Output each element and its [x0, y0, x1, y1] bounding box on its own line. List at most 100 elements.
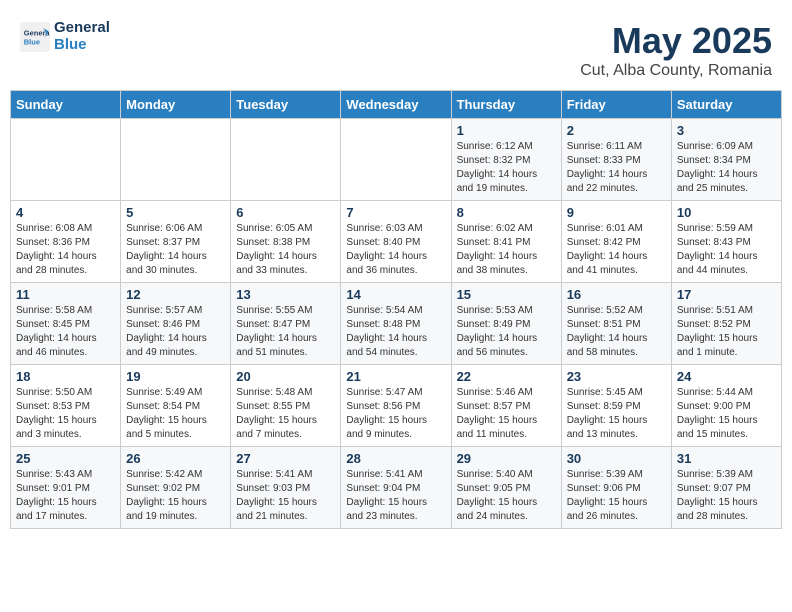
- day-info: Sunrise: 5:47 AM Sunset: 8:56 PM Dayligh…: [346, 387, 427, 440]
- calendar-cell: 15Sunrise: 5:53 AM Sunset: 8:49 PM Dayli…: [451, 283, 561, 365]
- day-info: Sunrise: 5:42 AM Sunset: 9:02 PM Dayligh…: [126, 469, 207, 522]
- calendar-cell: 1 Sunrise: 6:12 AM Sunset: 8:32 PM Daylig…: [451, 119, 561, 201]
- weekday-header-row: SundayMondayTuesdayWednesdayThursdayFrid…: [11, 91, 782, 119]
- weekday-header-saturday: Saturday: [671, 91, 781, 119]
- day-number: 18: [16, 369, 115, 384]
- weekday-header-wednesday: Wednesday: [341, 91, 451, 119]
- day-number: 20: [236, 369, 335, 384]
- day-info: Sunrise: 5:41 AM Sunset: 9:04 PM Dayligh…: [346, 469, 427, 522]
- day-number: 11: [16, 287, 115, 302]
- day-info: Sunrise: 5:43 AM Sunset: 9:01 PM Dayligh…: [16, 469, 97, 522]
- day-info: Sunrise: 5:55 AM Sunset: 8:47 PM Dayligh…: [236, 305, 317, 358]
- calendar-cell: [341, 119, 451, 201]
- calendar-cell: 2 Sunrise: 6:11 AM Sunset: 8:33 PM Daylig…: [561, 119, 671, 201]
- weekday-header-tuesday: Tuesday: [231, 91, 341, 119]
- day-number: 27: [236, 451, 335, 466]
- day-info: Sunrise: 5:39 AM Sunset: 9:06 PM Dayligh…: [567, 469, 648, 522]
- calendar-cell: 27 Sunrise: 5:41 AM Sunset: 9:03 PM Dayli…: [231, 447, 341, 529]
- calendar-cell: 16 Sunrise: 5:52 AM Sunset: 8:51 PM Dayli…: [561, 283, 671, 365]
- calendar-cell: [11, 119, 121, 201]
- day-number: 19: [126, 369, 225, 384]
- day-number: 30: [567, 451, 666, 466]
- day-info: Sunrise: 5:58 AM Sunset: 8:45 PM Dayligh…: [16, 305, 97, 358]
- calendar-cell: 10 Sunrise: 5:59 AM Sunset: 8:43 PM Dayli…: [671, 201, 781, 283]
- weekday-header-sunday: Sunday: [11, 91, 121, 119]
- week-row-4: 18 Sunrise: 5:50 AM Sunset: 8:53 PM Dayli…: [11, 365, 782, 447]
- day-info: Sunrise: 5:39 AM Sunset: 9:07 PM Dayligh…: [677, 469, 758, 522]
- day-info: Sunrise: 5:40 AM Sunset: 9:05 PM Dayligh…: [457, 469, 538, 522]
- calendar-cell: 7Sunrise: 6:03 AM Sunset: 8:40 PM Daylig…: [341, 201, 451, 283]
- day-number: 13: [236, 287, 335, 302]
- calendar-cell: [121, 119, 231, 201]
- week-row-5: 25 Sunrise: 5:43 AM Sunset: 9:01 PM Dayli…: [11, 447, 782, 529]
- day-number: 8: [457, 205, 556, 220]
- calendar-cell: 4Sunrise: 6:08 AM Sunset: 8:36 PM Daylig…: [11, 201, 121, 283]
- day-number: 28: [346, 451, 445, 466]
- day-info: Sunrise: 5:52 AM Sunset: 8:51 PM Dayligh…: [567, 305, 648, 358]
- week-row-3: 11 Sunrise: 5:58 AM Sunset: 8:45 PM Dayli…: [11, 283, 782, 365]
- day-number: 23: [567, 369, 666, 384]
- day-number: 29: [457, 451, 556, 466]
- day-number: 24: [677, 369, 776, 384]
- day-info: Sunrise: 5:49 AM Sunset: 8:54 PM Dayligh…: [126, 387, 207, 440]
- calendar-cell: 5Sunrise: 6:06 AM Sunset: 8:37 PM Daylig…: [121, 201, 231, 283]
- day-info: Sunrise: 6:05 AM Sunset: 8:38 PM Dayligh…: [236, 223, 317, 276]
- calendar-cell: 14Sunrise: 5:54 AM Sunset: 8:48 PM Dayli…: [341, 283, 451, 365]
- calendar-cell: 28 Sunrise: 5:41 AM Sunset: 9:04 PM Dayli…: [341, 447, 451, 529]
- day-number: 9: [567, 205, 666, 220]
- calendar-cell: 23 Sunrise: 5:45 AM Sunset: 8:59 PM Dayli…: [561, 365, 671, 447]
- calendar-cell: 8 Sunrise: 6:02 AM Sunset: 8:41 PM Daylig…: [451, 201, 561, 283]
- day-number: 4: [16, 205, 115, 220]
- calendar-cell: 18 Sunrise: 5:50 AM Sunset: 8:53 PM Dayli…: [11, 365, 121, 447]
- calendar-cell: 13 Sunrise: 5:55 AM Sunset: 8:47 PM Dayli…: [231, 283, 341, 365]
- page-header: General Blue General Blue May 2025 Cut, …: [10, 10, 782, 85]
- day-info: Sunrise: 5:54 AM Sunset: 8:48 PM Dayligh…: [346, 305, 427, 358]
- day-number: 2: [567, 123, 666, 138]
- weekday-header-monday: Monday: [121, 91, 231, 119]
- day-number: 21: [346, 369, 445, 384]
- day-info: Sunrise: 6:12 AM Sunset: 8:32 PM Dayligh…: [457, 141, 538, 194]
- day-number: 26: [126, 451, 225, 466]
- day-number: 10: [677, 205, 776, 220]
- day-info: Sunrise: 6:11 AM Sunset: 8:33 PM Dayligh…: [567, 141, 648, 194]
- calendar-cell: 29 Sunrise: 5:40 AM Sunset: 9:05 PM Dayli…: [451, 447, 561, 529]
- day-number: 6: [236, 205, 335, 220]
- day-info: Sunrise: 5:53 AM Sunset: 8:49 PM Dayligh…: [457, 305, 538, 358]
- title-block: May 2025 Cut, Alba County, Romania: [580, 20, 772, 80]
- day-number: 1: [457, 123, 556, 138]
- calendar-table: SundayMondayTuesdayWednesdayThursdayFrid…: [10, 90, 782, 529]
- subtitle: Cut, Alba County, Romania: [580, 62, 772, 80]
- calendar-cell: 25 Sunrise: 5:43 AM Sunset: 9:01 PM Dayli…: [11, 447, 121, 529]
- calendar-cell: [231, 119, 341, 201]
- day-number: 25: [16, 451, 115, 466]
- calendar-cell: 12Sunrise: 5:57 AM Sunset: 8:46 PM Dayli…: [121, 283, 231, 365]
- week-row-2: 4Sunrise: 6:08 AM Sunset: 8:36 PM Daylig…: [11, 201, 782, 283]
- calendar-cell: 30 Sunrise: 5:39 AM Sunset: 9:06 PM Dayli…: [561, 447, 671, 529]
- calendar-cell: 11 Sunrise: 5:58 AM Sunset: 8:45 PM Dayli…: [11, 283, 121, 365]
- day-info: Sunrise: 6:03 AM Sunset: 8:40 PM Dayligh…: [346, 223, 427, 276]
- day-number: 16: [567, 287, 666, 302]
- calendar-cell: 9 Sunrise: 6:01 AM Sunset: 8:42 PM Daylig…: [561, 201, 671, 283]
- logo: General Blue General Blue: [20, 20, 110, 53]
- day-info: Sunrise: 5:59 AM Sunset: 8:43 PM Dayligh…: [677, 223, 758, 276]
- calendar-cell: 20Sunrise: 5:48 AM Sunset: 8:55 PM Dayli…: [231, 365, 341, 447]
- calendar-cell: 24 Sunrise: 5:44 AM Sunset: 9:00 PM Dayli…: [671, 365, 781, 447]
- day-info: Sunrise: 6:09 AM Sunset: 8:34 PM Dayligh…: [677, 141, 758, 194]
- day-number: 3: [677, 123, 776, 138]
- day-info: Sunrise: 5:44 AM Sunset: 9:00 PM Dayligh…: [677, 387, 758, 440]
- calendar-cell: 17Sunrise: 5:51 AM Sunset: 8:52 PM Dayli…: [671, 283, 781, 365]
- day-info: Sunrise: 5:46 AM Sunset: 8:57 PM Dayligh…: [457, 387, 538, 440]
- calendar-cell: 22Sunrise: 5:46 AM Sunset: 8:57 PM Dayli…: [451, 365, 561, 447]
- week-row-1: 1 Sunrise: 6:12 AM Sunset: 8:32 PM Daylig…: [11, 119, 782, 201]
- day-info: Sunrise: 6:06 AM Sunset: 8:37 PM Dayligh…: [126, 223, 207, 276]
- day-info: Sunrise: 5:41 AM Sunset: 9:03 PM Dayligh…: [236, 469, 317, 522]
- day-info: Sunrise: 5:50 AM Sunset: 8:53 PM Dayligh…: [16, 387, 97, 440]
- day-number: 12: [126, 287, 225, 302]
- day-info: Sunrise: 5:45 AM Sunset: 8:59 PM Dayligh…: [567, 387, 648, 440]
- day-number: 17: [677, 287, 776, 302]
- day-number: 31: [677, 451, 776, 466]
- calendar-cell: 3 Sunrise: 6:09 AM Sunset: 8:34 PM Daylig…: [671, 119, 781, 201]
- svg-text:Blue: Blue: [24, 37, 40, 46]
- day-info: Sunrise: 6:02 AM Sunset: 8:41 PM Dayligh…: [457, 223, 538, 276]
- day-info: Sunrise: 6:01 AM Sunset: 8:42 PM Dayligh…: [567, 223, 648, 276]
